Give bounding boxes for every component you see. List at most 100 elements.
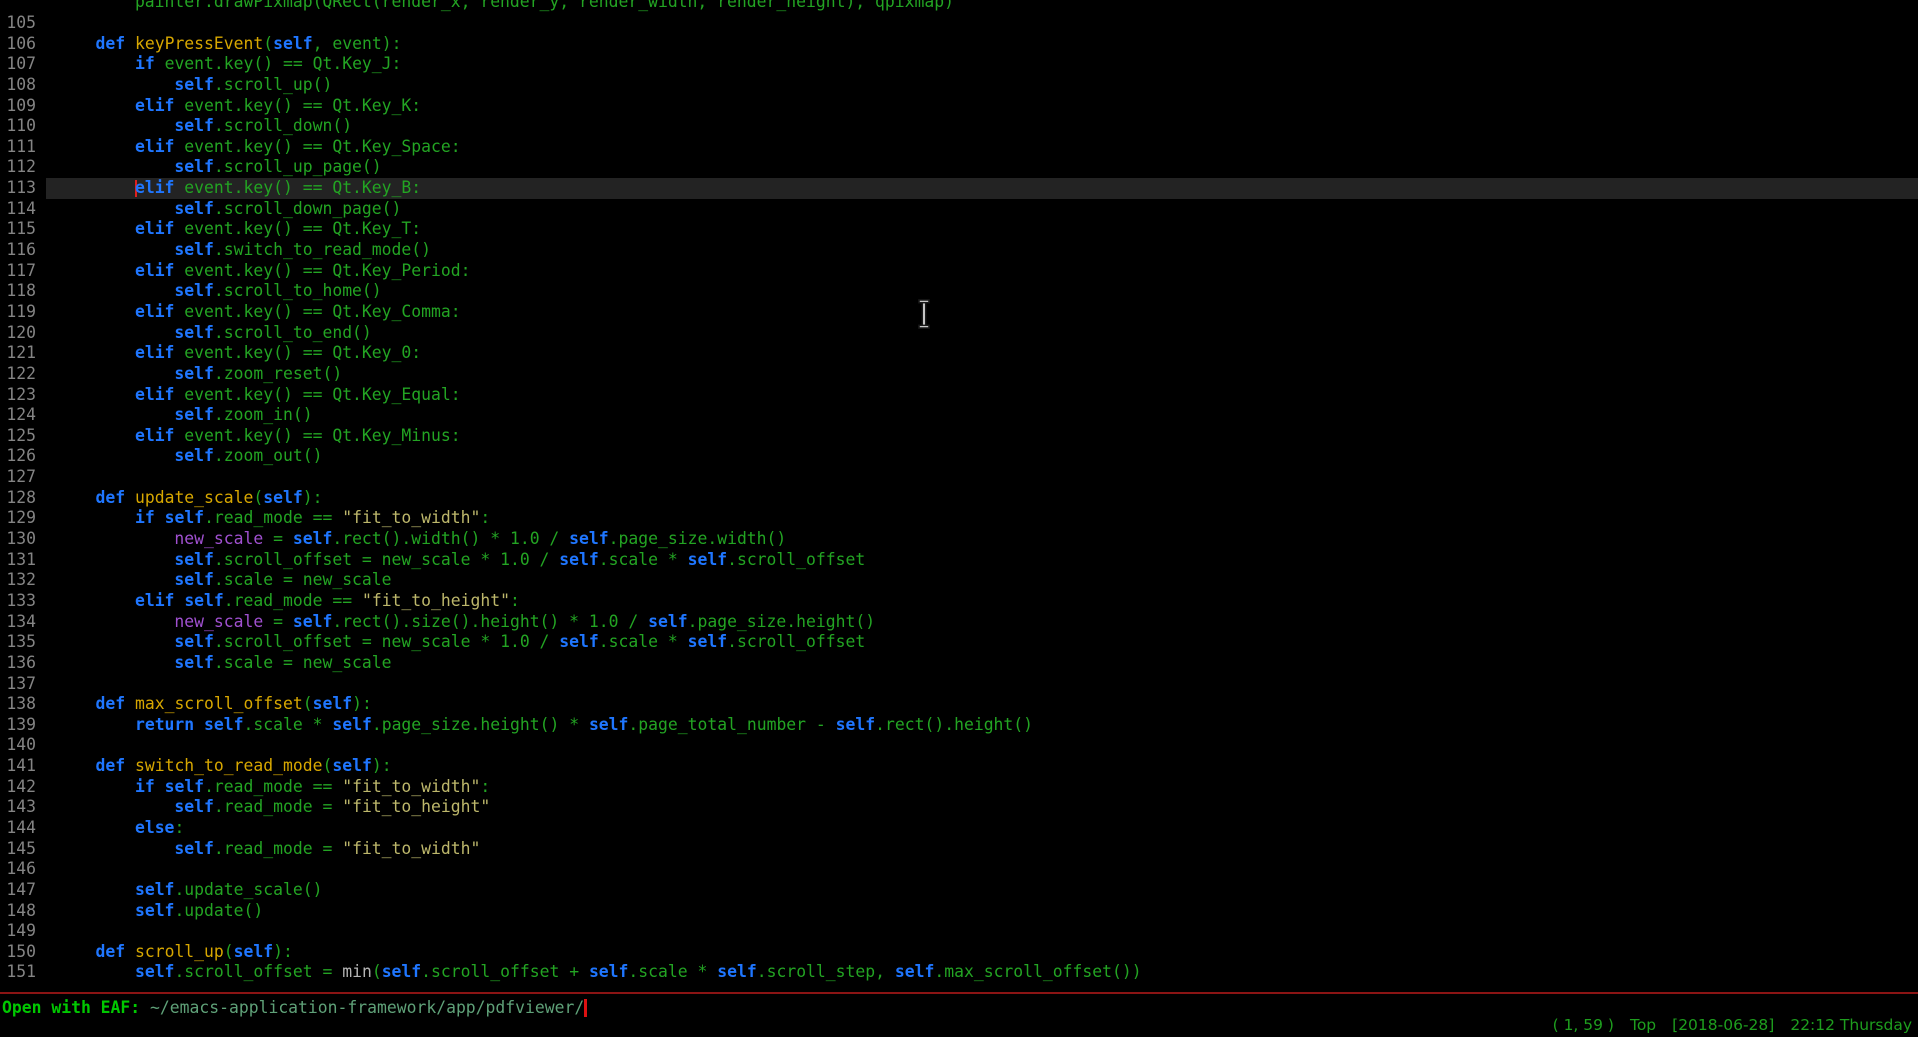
code-line[interactable]: 137 — [0, 674, 1918, 695]
code-line[interactable]: 128 def update_scale(self): — [0, 488, 1918, 509]
token: .scroll_to_home() — [214, 281, 382, 300]
code-line-content: elif event.key() == Qt.Key_T: — [46, 219, 1918, 240]
token: .zoom_reset() — [214, 364, 342, 383]
token — [56, 839, 174, 858]
code-line[interactable]: 111 elif event.key() == Qt.Key_Space: — [0, 137, 1918, 158]
code-line[interactable]: 132 self.scale = new_scale — [0, 570, 1918, 591]
token: self — [688, 550, 727, 569]
token: .read_mode == — [204, 777, 342, 796]
code-line[interactable]: 151 self.scroll_offset = min(self.scroll… — [0, 962, 1918, 983]
code-line[interactable]: 146 — [0, 859, 1918, 880]
code-line[interactable]: 133 elif self.read_mode == "fit_to_heigh… — [0, 591, 1918, 612]
token — [56, 137, 135, 156]
token: def — [95, 488, 125, 507]
token — [56, 591, 135, 610]
token: painter.drawPixmap(QRect(render_x, rende… — [56, 0, 954, 11]
code-line[interactable]: 105 — [0, 13, 1918, 34]
code-line[interactable]: 148 self.update() — [0, 901, 1918, 922]
code-line[interactable]: 110 self.scroll_down() — [0, 116, 1918, 137]
token: self — [589, 715, 628, 734]
token: self — [559, 632, 598, 651]
token: self — [174, 240, 213, 259]
code-line[interactable]: 125 elif event.key() == Qt.Key_Minus: — [0, 426, 1918, 447]
code-editor-buffer[interactable]: painter.drawPixmap(QRect(render_x, rende… — [0, 0, 1918, 992]
token: self — [174, 653, 213, 672]
token: self — [174, 157, 213, 176]
token: .page_total_number - — [628, 715, 835, 734]
line-number: 118 — [0, 281, 36, 302]
code-line[interactable]: 114 self.scroll_down_page() — [0, 199, 1918, 220]
minibuffer-input[interactable]: ~/emacs-application-framework/app/pdfvie… — [150, 998, 584, 1017]
line-number: 109 — [0, 96, 36, 117]
code-line[interactable]: 138 def max_scroll_offset(self): — [0, 694, 1918, 715]
code-line[interactable]: 150 def scroll_up(self): — [0, 942, 1918, 963]
code-line-content: self.update_scale() — [46, 880, 1918, 901]
line-number: 125 — [0, 426, 36, 447]
code-line[interactable]: 112 self.scroll_up_page() — [0, 157, 1918, 178]
token: if — [135, 777, 155, 796]
code-line[interactable]: 136 self.scale = new_scale — [0, 653, 1918, 674]
code-line[interactable]: 143 self.read_mode = "fit_to_height" — [0, 797, 1918, 818]
code-line[interactable]: 145 self.read_mode = "fit_to_width" — [0, 839, 1918, 860]
code-line[interactable]: 134 new_scale = self.rect().size().heigh… — [0, 612, 1918, 633]
code-line[interactable]: 108 self.scroll_up() — [0, 75, 1918, 96]
token — [56, 756, 95, 775]
minibuffer-prompt-row[interactable]: Open with EAF: ~/emacs-application-frame… — [2, 997, 587, 1018]
code-line[interactable]: 119 elif event.key() == Qt.Key_Comma: — [0, 302, 1918, 323]
code-line[interactable]: 141 def switch_to_read_mode(self): — [0, 756, 1918, 777]
token — [56, 219, 135, 238]
token: def — [95, 942, 125, 961]
code-line[interactable]: 139 return self.scale * self.page_size.h… — [0, 715, 1918, 736]
line-number: 116 — [0, 240, 36, 261]
code-line-content: def switch_to_read_mode(self): — [46, 756, 1918, 777]
code-line[interactable]: 121 elif event.key() == Qt.Key_0: — [0, 343, 1918, 364]
token: ( — [253, 488, 263, 507]
line-number: 143 — [0, 797, 36, 818]
code-line[interactable]: 113 elif event.key() == Qt.Key_B: — [0, 178, 1918, 199]
token — [56, 797, 174, 816]
line-number: 112 — [0, 157, 36, 178]
token: self — [165, 508, 204, 527]
code-line[interactable]: 107 if event.key() == Qt.Key_J: — [0, 54, 1918, 75]
code-line[interactable]: 115 elif event.key() == Qt.Key_T: — [0, 219, 1918, 240]
token: .page_size.width() — [609, 529, 787, 548]
line-number: 128 — [0, 488, 36, 509]
code-line[interactable]: 109 elif event.key() == Qt.Key_K: — [0, 96, 1918, 117]
token: self — [135, 962, 174, 981]
code-line[interactable]: 135 self.scroll_offset = new_scale * 1.0… — [0, 632, 1918, 653]
code-line[interactable]: 147 self.update_scale() — [0, 880, 1918, 901]
code-line[interactable]: 124 self.zoom_in() — [0, 405, 1918, 426]
token — [56, 75, 174, 94]
token — [56, 942, 95, 961]
code-line-content: self.read_mode = "fit_to_width" — [46, 839, 1918, 860]
code-line[interactable]: 149 — [0, 921, 1918, 942]
code-line[interactable]: 144 else: — [0, 818, 1918, 839]
code-line[interactable]: 130 new_scale = self.rect().width() * 1.… — [0, 529, 1918, 550]
line-number: 136 — [0, 653, 36, 674]
line-number: 123 — [0, 385, 36, 406]
code-line-content: self.scroll_down_page() — [46, 199, 1918, 220]
token: .scroll_offset = — [174, 962, 342, 981]
code-line[interactable]: 131 self.scroll_offset = new_scale * 1.0… — [0, 550, 1918, 571]
code-line[interactable]: 118 self.scroll_to_home() — [0, 281, 1918, 302]
code-line[interactable]: 126 self.zoom_out() — [0, 446, 1918, 467]
code-line[interactable]: 120 self.scroll_to_end() — [0, 323, 1918, 344]
token: ): — [352, 694, 372, 713]
token: .scroll_step, — [757, 962, 895, 981]
code-line[interactable]: 123 elif event.key() == Qt.Key_Equal: — [0, 385, 1918, 406]
code-line[interactable]: 106 def keyPressEvent(self, event): — [0, 34, 1918, 55]
code-line[interactable]: 142 if self.read_mode == "fit_to_width": — [0, 777, 1918, 798]
token: return — [135, 715, 194, 734]
code-line[interactable]: 117 elif event.key() == Qt.Key_Period: — [0, 261, 1918, 282]
code-line[interactable]: 129 if self.read_mode == "fit_to_width": — [0, 508, 1918, 529]
code-line[interactable]: 116 self.switch_to_read_mode() — [0, 240, 1918, 261]
token: self — [648, 612, 687, 631]
line-number: 126 — [0, 446, 36, 467]
token: elif — [135, 343, 174, 362]
line-number: 131 — [0, 550, 36, 571]
code-line[interactable]: 122 self.zoom_reset() — [0, 364, 1918, 385]
code-line[interactable]: 127 — [0, 467, 1918, 488]
code-line[interactable]: painter.drawPixmap(QRect(render_x, rende… — [0, 0, 1918, 13]
token — [56, 178, 135, 197]
code-line[interactable]: 140 — [0, 735, 1918, 756]
